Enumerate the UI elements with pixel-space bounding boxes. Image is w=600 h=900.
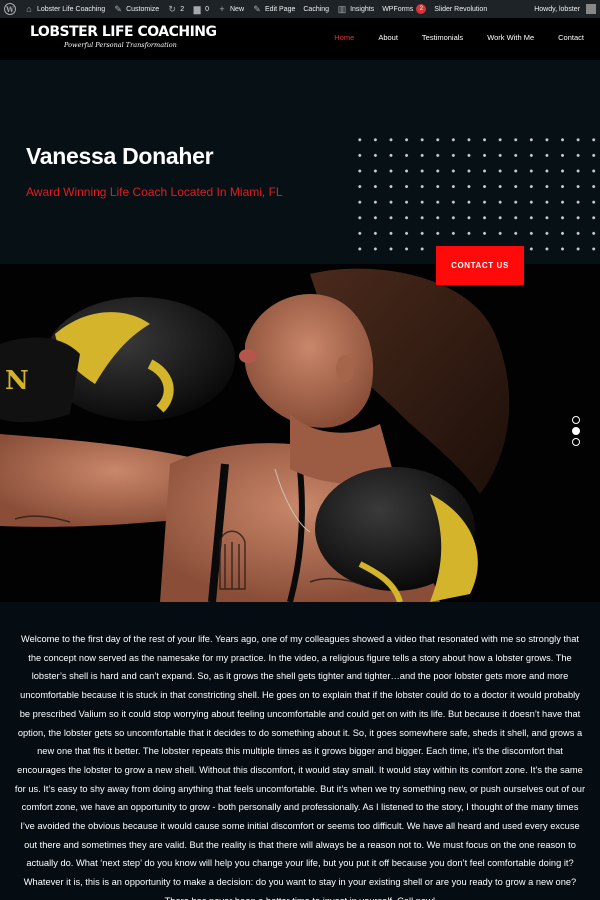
nav-testimonials[interactable]: Testimonials bbox=[410, 33, 475, 42]
pencil-icon: ✎ bbox=[253, 4, 261, 14]
slider-pagination bbox=[572, 416, 580, 446]
nav-home[interactable]: Home bbox=[322, 33, 366, 42]
wp-admin-bar: W ⌂ Lobster Life Coaching ✎ Customize ↻ … bbox=[0, 0, 600, 18]
avatar bbox=[586, 4, 596, 14]
home-icon: ⌂ bbox=[26, 4, 32, 14]
admin-insights[interactable]: ▥ Insights bbox=[333, 0, 378, 18]
admin-comments[interactable]: ▆ 0 bbox=[188, 0, 213, 18]
hero-title: Vanessa Donaher bbox=[26, 143, 214, 169]
wp-logo-menu[interactable]: W bbox=[0, 0, 20, 18]
admin-caching[interactable]: Caching bbox=[299, 0, 333, 18]
hero-photo: N bbox=[0, 264, 600, 602]
nav-work-with-me[interactable]: Work With Me bbox=[475, 33, 546, 42]
comment-icon: ▆ bbox=[193, 4, 201, 14]
wordpress-icon: W bbox=[4, 3, 16, 15]
admin-new[interactable]: + New bbox=[213, 0, 248, 18]
paintbrush-icon: ✎ bbox=[114, 4, 122, 14]
admin-wpforms[interactable]: WPForms 2 bbox=[378, 0, 430, 18]
slider-dot-3[interactable] bbox=[572, 438, 580, 446]
decorative-dot-grid bbox=[352, 132, 600, 262]
admin-slider-revolution[interactable]: Slider Revolution bbox=[430, 0, 491, 18]
intro-paragraph: Welcome to the first day of the rest of … bbox=[14, 634, 586, 900]
site-header: LOBSTER LIFE COACHING Powerful Personal … bbox=[0, 18, 600, 60]
logo-title: LOBSTER LIFE COACHING bbox=[30, 24, 217, 40]
slider-dot-1[interactable] bbox=[572, 416, 580, 424]
main-nav: Home About Testimonials Work With Me Con… bbox=[322, 33, 584, 42]
contact-us-button[interactable]: CONTACT US bbox=[436, 246, 524, 285]
hero-subtitle: Award Winning Life Coach Located In Miam… bbox=[26, 185, 283, 199]
site-logo[interactable]: LOBSTER LIFE COACHING Powerful Personal … bbox=[30, 24, 217, 49]
chart-bars-icon: ▥ bbox=[337, 4, 347, 14]
svg-text:N: N bbox=[5, 366, 29, 396]
admin-updates[interactable]: ↻ 2 bbox=[163, 0, 188, 18]
logo-tagline: Powerful Personal Transformation bbox=[64, 41, 177, 49]
refresh-icon: ↻ bbox=[168, 4, 176, 14]
wpforms-count-badge: 2 bbox=[416, 4, 427, 14]
slider-dot-2[interactable] bbox=[572, 427, 580, 435]
plus-icon: + bbox=[219, 4, 225, 14]
admin-account-menu[interactable]: Howdy, lobster bbox=[530, 0, 600, 18]
nav-contact[interactable]: Contact bbox=[546, 33, 584, 42]
hero-slider: N Vanessa Donaher Award Winning Life Coa… bbox=[0, 60, 600, 602]
admin-edit-page[interactable]: ✎ Edit Page bbox=[248, 0, 299, 18]
nav-about[interactable]: About bbox=[366, 33, 410, 42]
boxer-photo-illustration: N bbox=[0, 264, 600, 602]
admin-customize[interactable]: ✎ Customize bbox=[109, 0, 163, 18]
admin-site-name[interactable]: ⌂ Lobster Life Coaching bbox=[20, 0, 109, 18]
